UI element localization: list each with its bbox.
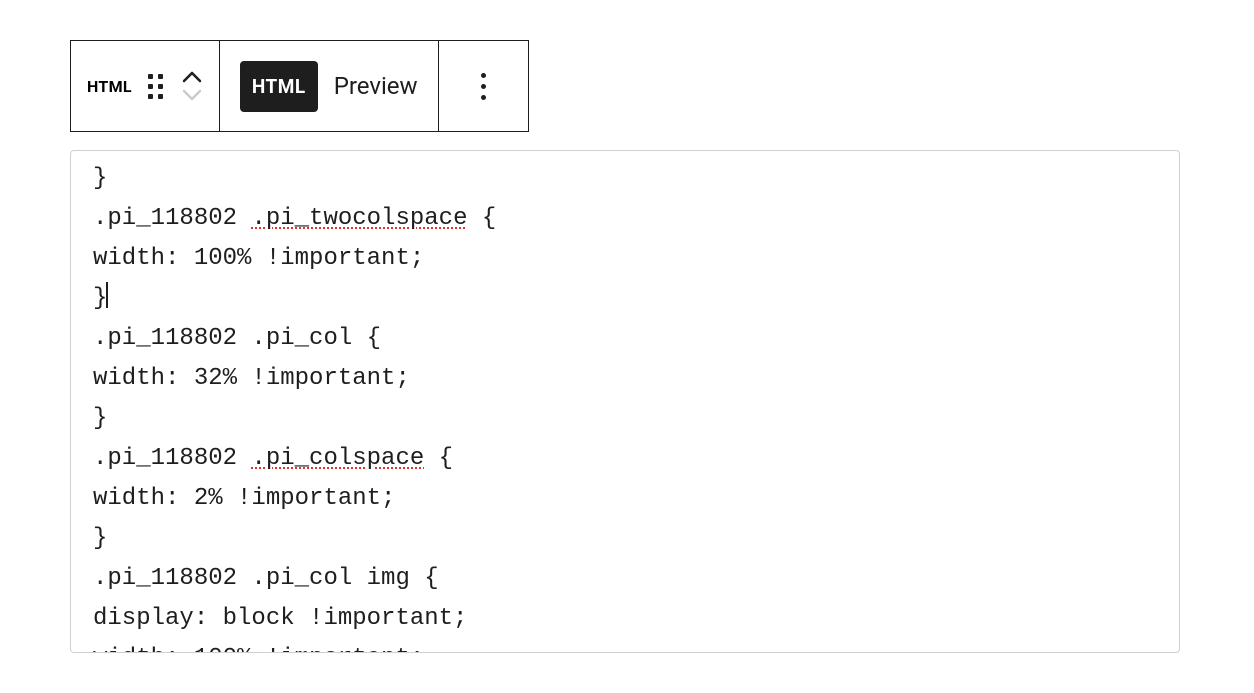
toolbar-left-section: HTML bbox=[71, 41, 220, 131]
code-line: display: block !important; bbox=[93, 605, 467, 632]
code-line: } bbox=[93, 405, 107, 432]
preview-mode-button[interactable]: Preview bbox=[334, 72, 418, 100]
block-toolbar: HTML HTML Preview bbox=[70, 40, 529, 132]
block-type-label[interactable]: HTML bbox=[85, 77, 138, 96]
code-line: .pi_118802 .pi_col img { bbox=[93, 565, 439, 592]
mode-toggle-section: HTML Preview bbox=[220, 41, 439, 131]
code-line: width: 32% !important; bbox=[93, 365, 410, 392]
drag-handle-icon[interactable] bbox=[138, 64, 173, 109]
code-line: width: 100% !important; bbox=[93, 245, 424, 272]
chevron-down-icon[interactable] bbox=[179, 87, 205, 103]
move-arrows bbox=[173, 69, 205, 103]
code-line: width: 100% !important; bbox=[93, 645, 424, 653]
html-mode-button[interactable]: HTML bbox=[240, 61, 318, 112]
more-options-icon[interactable] bbox=[453, 73, 514, 100]
code-line: .pi_118802 .pi_col { bbox=[93, 325, 381, 352]
code-line: width: 2% !important; bbox=[93, 485, 395, 512]
code-line: .pi_118802 .pi_colspace { bbox=[93, 445, 453, 472]
text-caret bbox=[106, 282, 108, 308]
code-line: } bbox=[93, 165, 107, 192]
code-line: .pi_118802 .pi_twocolspace { bbox=[93, 205, 496, 232]
chevron-up-icon[interactable] bbox=[179, 69, 205, 85]
code-line: } bbox=[93, 525, 107, 552]
toolbar-more-section bbox=[439, 41, 528, 131]
html-code-editor[interactable]: } .pi_118802 .pi_twocolspace { width: 10… bbox=[70, 150, 1180, 653]
code-line: } bbox=[93, 285, 108, 312]
